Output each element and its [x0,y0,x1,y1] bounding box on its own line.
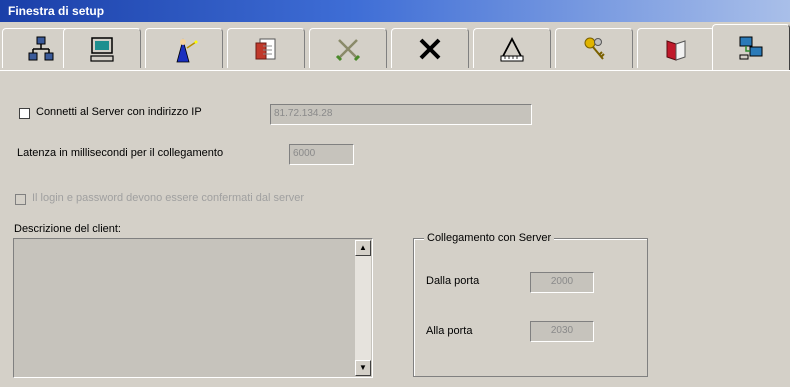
login-confirm-label: Il login e password devono essere confer… [32,192,305,204]
latency-field[interactable]: 6000 [289,144,354,165]
tab-strip [0,22,790,70]
close-x-icon [419,38,441,59]
scroll-down-button[interactable]: ▼ [355,360,371,376]
tab-tools[interactable] [309,28,387,68]
tab-book[interactable] [637,28,715,68]
crossed-swords-icon [335,38,361,61]
tab-document[interactable] [227,28,305,68]
monitor-icon [90,36,114,62]
latency-label: Latenza in millisecondi per il collegame… [17,147,224,159]
keys-icon [584,37,605,60]
connect-checkbox[interactable] [19,108,30,119]
server-ip-field[interactable]: 81.72.134.28 [270,104,532,125]
setup-panel: Connetti al Server con indirizzo IP 81.7… [0,70,790,387]
server-connection-group: Collegamento con Server Dalla porta 2000… [413,232,648,377]
tab-network-computers[interactable] [712,24,790,70]
book-icon [666,39,686,61]
to-port-field[interactable]: 2030 [530,321,594,342]
client-description-textarea[interactable]: ▲ ▼ [13,238,373,378]
window-title-bar: Finestra di setup [0,0,790,22]
from-port-label: Dalla porta [426,275,480,287]
network-computers-icon [739,36,763,59]
to-port-label: Alla porta [426,325,473,337]
network-icon [28,36,54,60]
server-connection-title: Collegamento con Server [424,232,555,244]
from-port-field[interactable]: 2000 [530,272,594,293]
window-title: Finestra di setup [8,4,105,18]
tab-ruler[interactable] [473,28,551,68]
tab-keys[interactable] [555,28,633,68]
scroll-up-button[interactable]: ▲ [355,240,371,256]
tab-monitor[interactable] [63,28,141,68]
ruler-icon [500,36,524,61]
connect-label: Connetti al Server con indirizzo IP [36,106,202,118]
tab-wizard[interactable] [145,28,223,68]
login-confirm-checkbox[interactable] [15,194,26,205]
client-description-label: Descrizione del client: [14,223,121,235]
wizard-icon [176,37,198,62]
document-icon [255,38,276,59]
description-scrollbar[interactable]: ▲ ▼ [355,240,371,376]
tab-close[interactable] [391,28,469,68]
